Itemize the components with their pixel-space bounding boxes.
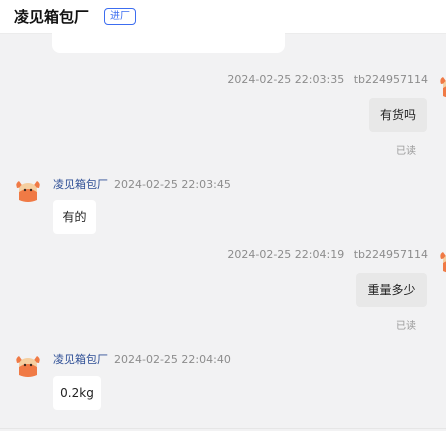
- cartoon-monkey-avatar-icon: [16, 356, 40, 377]
- avatar[interactable]: [14, 176, 42, 204]
- message-timestamp: 2024-02-25 22:03:45: [114, 178, 231, 191]
- message-meta: 2024-02-25 22:04:19 tb224957114: [227, 248, 428, 261]
- message-bubble[interactable]: 重量多少: [356, 273, 427, 307]
- previous-message-card: [52, 33, 285, 53]
- message-sender[interactable]: 凌见箱包厂: [53, 353, 108, 366]
- cartoon-monkey-avatar-icon: [440, 77, 446, 98]
- message-meta: 凌见箱包厂 2024-02-25 22:03:45: [53, 176, 231, 192]
- message-bubble[interactable]: 有的: [53, 200, 96, 234]
- message-sender: tb224957114: [353, 248, 428, 261]
- read-status: 已读: [396, 146, 416, 157]
- message-meta: 2024-02-25 22:03:35 tb224957114: [227, 73, 428, 86]
- message-meta: 凌见箱包厂 2024-02-25 22:04:40: [53, 351, 231, 367]
- divider: [0, 428, 446, 429]
- cartoon-monkey-avatar-icon: [16, 181, 40, 202]
- message-bubble[interactable]: 0.2kg: [53, 376, 101, 410]
- message-sender[interactable]: 凌见箱包厂: [53, 178, 108, 191]
- cartoon-monkey-avatar-icon: [440, 252, 446, 273]
- message-timestamp: 2024-02-25 22:04:40: [114, 353, 231, 366]
- message-timestamp: 2024-02-25 22:03:35: [227, 73, 345, 86]
- message-sender: tb224957114: [353, 73, 428, 86]
- chat-header: 凌见箱包厂 进厂: [0, 0, 446, 34]
- avatar[interactable]: [438, 247, 446, 275]
- shop-name[interactable]: 凌见箱包厂: [14, 6, 89, 27]
- read-status: 已读: [396, 321, 416, 332]
- shop-tag-badge[interactable]: 进厂: [104, 8, 136, 25]
- message-timestamp: 2024-02-25 22:04:19: [227, 248, 345, 261]
- avatar[interactable]: [14, 351, 42, 379]
- message-bubble[interactable]: 有货吗: [369, 98, 427, 132]
- avatar[interactable]: [438, 72, 446, 100]
